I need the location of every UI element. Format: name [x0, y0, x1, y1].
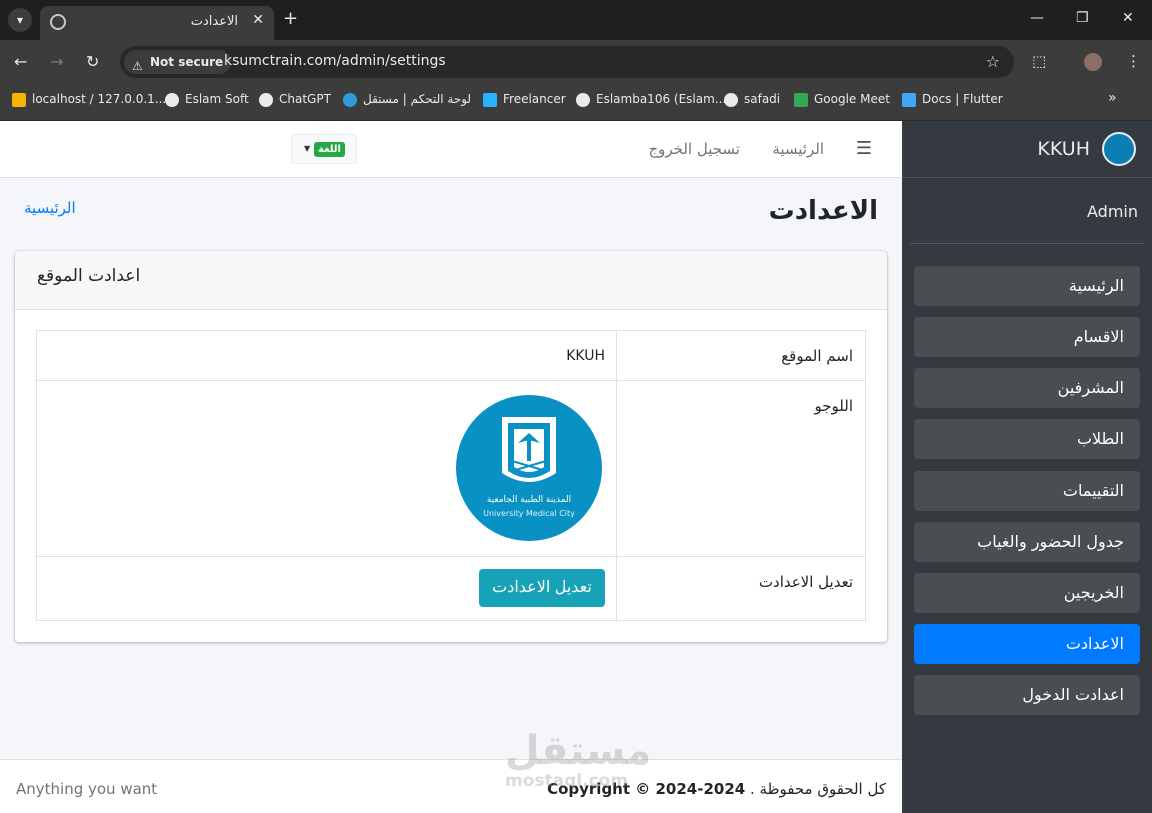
github-icon — [576, 92, 590, 107]
caret-down-icon: ▼ — [304, 144, 311, 153]
brand-link[interactable]: KKUH — [902, 121, 1152, 178]
sidebar-item-evaluations[interactable]: التقييمات — [914, 471, 1140, 511]
profile-avatar[interactable] — [1084, 53, 1102, 71]
nav-logout-link[interactable]: تسجيل الخروج — [648, 140, 740, 158]
bookmark-label: Docs | Flutter — [922, 92, 1003, 106]
watermark-logo: مستقل — [505, 728, 652, 774]
window-close-icon[interactable]: ✕ — [1122, 10, 1134, 26]
sidebar-item-supervisors[interactable]: المشرفين — [914, 368, 1140, 408]
reload-icon[interactable]: ↻ — [86, 52, 99, 71]
restore-icon[interactable]: ❐ — [1076, 10, 1089, 26]
bookmark-label: Eslamba106 (Eslam... — [596, 92, 727, 106]
new-tab-button[interactable]: + — [283, 8, 298, 29]
divider — [910, 243, 1144, 244]
globe-icon — [50, 14, 66, 30]
bookmarks-bar: localhost / 127.0.0.1... Eslam Soft Chat… — [0, 84, 1152, 121]
not-secure-label: Not secure — [150, 55, 224, 69]
warning-icon: ⚠ — [132, 59, 143, 73]
bookmark-item[interactable]: ChatGPT — [259, 92, 331, 107]
bookmark-label: localhost / 127.0.0.1... — [32, 92, 167, 106]
sidebar-item-login-settings[interactable]: اعدادت الدخول — [914, 675, 1140, 715]
breadcrumb-home[interactable]: الرئيسية — [24, 199, 76, 217]
security-chip[interactable]: ⚠ Not secure — [124, 50, 232, 74]
nav-home-link[interactable]: الرئيسية — [772, 140, 824, 158]
extensions-icon[interactable]: ⬚ — [1032, 52, 1046, 70]
page-title: الاعدادت — [768, 196, 878, 226]
tab-search-button[interactable]: ▾ — [8, 8, 32, 32]
bookmark-label: Eslam Soft — [185, 92, 249, 106]
table-row: تعديل الاعدادت تعديل الاعدادت — [37, 557, 865, 620]
copyright-rights: كل الحقوق محفوظة . — [749, 780, 886, 798]
user-name[interactable]: Admin — [1087, 202, 1138, 221]
site-logo: المدينة الطبية الجامعية University Medic… — [456, 395, 602, 541]
site-name-value: KKUH — [566, 348, 605, 364]
freelancer-icon — [483, 92, 497, 107]
settings-table: اسم الموقع KKUH اللوجو المدينة الطبية ال… — [36, 330, 866, 621]
browser-tab[interactable]: الاعدادت ✕ — [40, 6, 274, 40]
sidebar-item-students[interactable]: الطلاب — [914, 419, 1140, 459]
top-navbar: ☰ الرئيسية تسجيل الخروج اللغة ▼ — [0, 121, 902, 178]
sidebar-item-departments[interactable]: الاقسام — [914, 317, 1140, 357]
logo-text-english: University Medical City — [483, 509, 575, 518]
sidebar-item-graduates[interactable]: الخريجين — [914, 573, 1140, 613]
bookmark-label: Freelancer — [503, 92, 566, 106]
bookmark-item[interactable]: safadi — [724, 92, 780, 107]
google-meet-icon — [794, 92, 808, 107]
bookmark-label: safadi — [744, 92, 781, 106]
bookmark-item[interactable]: Freelancer — [483, 92, 566, 107]
bookmark-item[interactable]: Eslam Soft — [165, 92, 249, 107]
close-icon[interactable]: ✕ — [252, 12, 264, 28]
mostaql-icon — [343, 92, 357, 107]
site-name-label: اسم الموقع — [781, 347, 853, 365]
card-title: اعدادت الموقع — [37, 266, 141, 286]
hamburger-icon[interactable]: ☰ — [856, 138, 872, 159]
sidebar-item-attendance[interactable]: جدول الحضور والغياب — [914, 522, 1140, 562]
browser-toolbar: ← → ↻ ⚠ Not secure ksumctrain.com/admin/… — [0, 40, 1152, 84]
bookmark-item[interactable]: localhost / 127.0.0.1... — [12, 92, 166, 107]
flutter-icon — [902, 92, 916, 107]
brand-logo — [1102, 132, 1136, 166]
minimize-icon[interactable]: — — [1030, 10, 1044, 26]
phpmyadmin-icon — [12, 92, 26, 107]
table-row: اسم الموقع KKUH — [37, 331, 865, 381]
language-badge: اللغة — [314, 142, 345, 157]
back-icon[interactable]: ← — [14, 52, 27, 71]
table-row: اللوجو المدينة الطبية الجامعية Universit… — [37, 381, 865, 557]
bookmark-item[interactable]: Docs | Flutter — [902, 92, 1003, 107]
logo-text-arabic: المدينة الطبية الجامعية — [486, 495, 572, 505]
watermark-url: mostaql.com — [505, 771, 629, 791]
bookmark-label: Google Meet — [814, 92, 890, 106]
language-dropdown[interactable]: اللغة ▼ — [291, 134, 357, 164]
brand-text: KKUH — [1037, 138, 1090, 160]
bookmark-item[interactable]: Google Meet — [794, 92, 890, 107]
shield-palm-icon — [502, 417, 556, 482]
github-icon — [724, 92, 738, 107]
address-bar[interactable]: ⚠ Not secure ksumctrain.com/admin/settin… — [120, 46, 1014, 78]
bookmark-star-icon[interactable]: ☆ — [986, 52, 1000, 71]
url-text[interactable]: ksumctrain.com/admin/settings — [224, 53, 446, 69]
forward-icon[interactable]: → — [50, 52, 63, 71]
settings-card: اعدادت الموقع اسم الموقع KKUH اللوجو الم… — [15, 251, 887, 642]
bookmark-label: ChatGPT — [279, 92, 331, 106]
edit-settings-button[interactable]: تعديل الاعدادت — [479, 569, 605, 607]
more-bookmarks-icon[interactable]: » — [1108, 90, 1117, 106]
edit-settings-label: تعديل الاعدادت — [758, 573, 853, 591]
bookmark-item[interactable]: لوحة التحكم | مستقل — [343, 92, 471, 107]
menu-dots-icon[interactable]: ⋮ — [1126, 52, 1141, 70]
globe-icon — [165, 92, 179, 107]
sidebar-item-home[interactable]: الرئيسية — [914, 266, 1140, 306]
tab-title: الاعدادت — [190, 14, 238, 29]
bookmark-label: لوحة التحكم | مستقل — [363, 92, 472, 106]
browser-tab-strip: ▾ الاعدادت ✕ + — ❐ ✕ — [0, 0, 1152, 40]
bookmark-item[interactable]: Eslamba106 (Eslam... — [576, 92, 726, 107]
footer-note: Anything you want — [16, 780, 158, 798]
sidebar: KKUH Admin الرئيسية الاقسام المشرفين الط… — [902, 121, 1152, 813]
card-header: اعدادت الموقع — [15, 251, 887, 310]
footer: Anything you want كل الحقوق محفوظة . Cop… — [0, 759, 902, 813]
logo-label: اللوجو — [814, 397, 853, 415]
chatgpt-icon — [259, 92, 273, 107]
sidebar-item-settings[interactable]: الاعدادت — [914, 624, 1140, 664]
